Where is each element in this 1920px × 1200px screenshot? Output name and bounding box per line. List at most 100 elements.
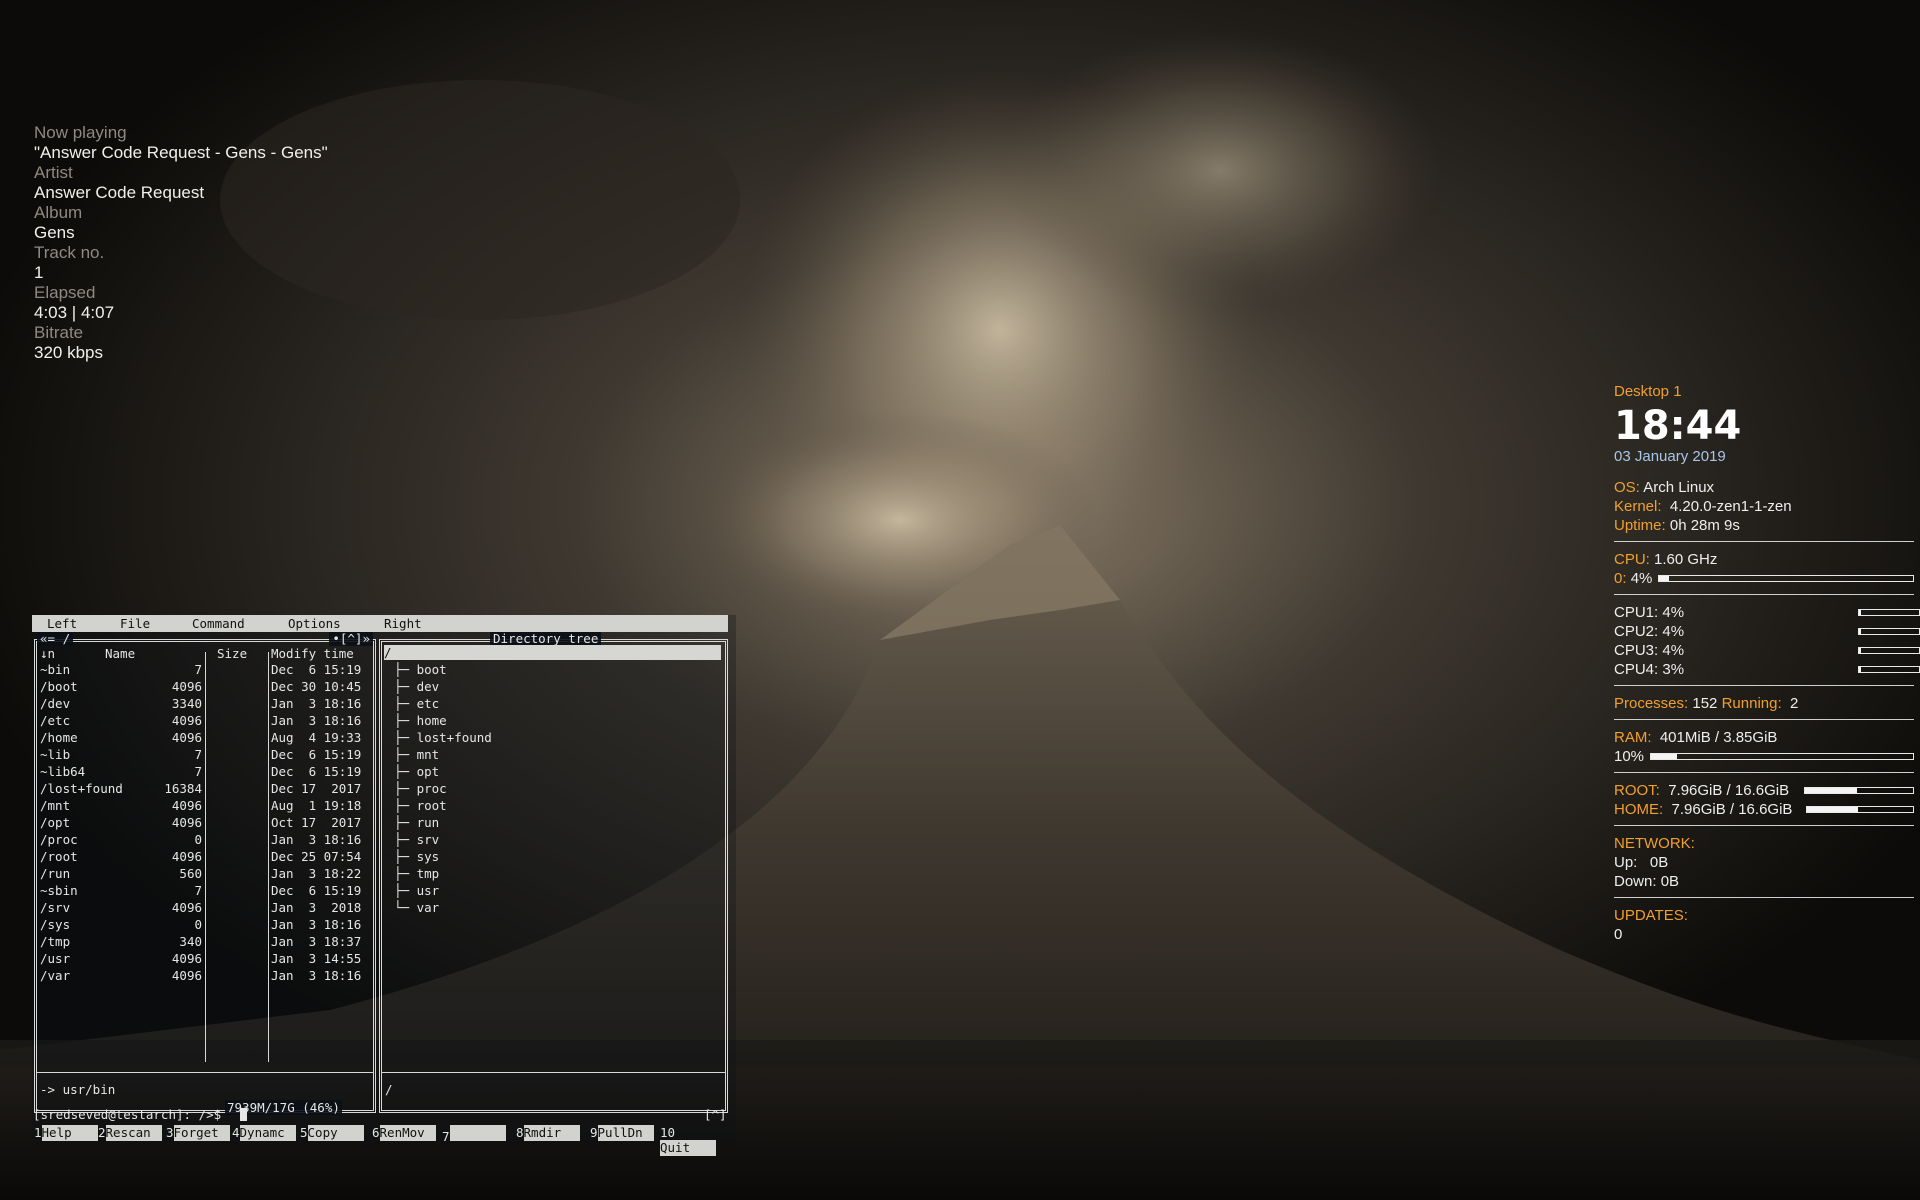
file-size: 7 (194, 747, 202, 762)
tree-node[interactable]: ├─ srv (394, 832, 439, 849)
file-row[interactable]: /run 560 Jan 3 18:22 (37, 866, 373, 883)
column-size-header[interactable]: Size (217, 646, 247, 661)
file-row[interactable]: /usr 4096 Jan 3 14:55 (37, 951, 373, 968)
directory-tree-panel[interactable]: Directory tree / ├─ boot ├─ dev ├─ etc ├─ h… (379, 632, 728, 1113)
kernel-row: Kernel: 4.20.0-zen1-1-zen (1614, 497, 1914, 516)
left-file-panel[interactable]: «= / •[^]» ↓n Name Size Modify time ~bin… (34, 632, 376, 1115)
menu-left[interactable]: Left (47, 616, 77, 631)
fkey-6[interactable]: 6RenMov (372, 1125, 436, 1141)
tree-node[interactable]: ├─ proc (394, 781, 447, 798)
file-name: /srv (40, 900, 71, 915)
tree-node[interactable]: ├─ tmp (394, 866, 439, 883)
fkey-5[interactable]: 5Copy (300, 1125, 364, 1141)
file-mtime: Dec 30 10:45 (271, 679, 362, 694)
fkey-number: 8 (516, 1125, 524, 1140)
conky-system-monitor: Desktop 1 18:44 03 January 2019 OS: Arch… (1614, 382, 1920, 944)
fkey-10[interactable]: 10Quit (660, 1125, 728, 1156)
tree-status: / (385, 1082, 393, 1097)
desktop-name: Desktop 1 (1614, 383, 1682, 400)
tree-branch-glyph: ├─ (394, 849, 417, 864)
tree-node[interactable]: ├─ etc (394, 696, 439, 713)
fkey-4[interactable]: 4Dynamc (232, 1125, 296, 1141)
file-name: /tmp (40, 934, 71, 949)
tree-node[interactable]: ├─ boot (394, 662, 447, 679)
file-row[interactable]: /root 4096 Dec 25 07:54 (37, 849, 373, 866)
file-name: /home (40, 730, 78, 745)
file-row[interactable]: /tmp 340 Jan 3 18:37 (37, 934, 373, 951)
sort-indicator[interactable]: ↓n (40, 646, 55, 661)
fkey-2[interactable]: 2Rescan (98, 1125, 162, 1141)
tree-node-label: lost+found (416, 730, 492, 745)
tree-node[interactable]: ├─ mnt (394, 747, 439, 764)
menu-command[interactable]: Command (192, 616, 245, 631)
divider (1614, 897, 1914, 898)
fkey-7[interactable]: 7 (442, 1125, 506, 1144)
file-row[interactable]: ~lib 7 Dec 6 15:19 (37, 747, 373, 764)
file-row[interactable]: /opt 4096 Oct 17 2017 (37, 815, 373, 832)
np-now-playing-label: Now playing (34, 123, 127, 142)
file-row[interactable]: /dev 3340 Jan 3 18:16 (37, 696, 373, 713)
cpu2-row: CPU2: 4% (1614, 622, 1920, 641)
fkey-8[interactable]: 8Rmdir (516, 1125, 580, 1141)
tree-node[interactable]: ├─ root (394, 798, 447, 815)
file-row[interactable]: /var 4096 Jan 3 18:16 (37, 968, 373, 985)
tree-node[interactable]: ├─ usr (394, 883, 439, 900)
file-row[interactable]: /sys 0 Jan 3 18:16 (37, 917, 373, 934)
file-name: ~bin (40, 662, 71, 677)
tree-node[interactable]: ├─ dev (394, 679, 439, 696)
fkey-9[interactable]: 9PullDn (590, 1125, 654, 1141)
menu-options[interactable]: Options (288, 616, 341, 631)
file-size: 4096 (171, 730, 202, 745)
midnight-commander-window[interactable]: Left File Command Options Right «= / •[^… (32, 615, 736, 1156)
menu-file[interactable]: File (120, 616, 150, 631)
left-panel-controls[interactable]: •[^]» (329, 632, 373, 646)
tree-node[interactable]: ├─ opt (394, 764, 439, 781)
file-row[interactable]: /etc 4096 Jan 3 18:16 (37, 713, 373, 730)
file-mtime: Dec 6 15:19 (271, 883, 362, 898)
file-name: /lost+found (40, 781, 123, 796)
tree-node[interactable]: ├─ run (394, 815, 439, 832)
file-name: /opt (40, 815, 71, 830)
file-row[interactable]: ~sbin 7 Dec 6 15:19 (37, 883, 373, 900)
file-size: 7 (194, 883, 202, 898)
file-mtime: Dec 6 15:19 (271, 747, 362, 762)
tree-node[interactable]: ├─ home (394, 713, 447, 730)
menu-right[interactable]: Right (384, 616, 422, 631)
fkey-label: Rmdir (523, 1125, 580, 1141)
file-row[interactable]: /home 4096 Aug 4 19:33 (37, 730, 373, 747)
column-mtime-header[interactable]: Modify time (271, 646, 354, 661)
tree-node[interactable]: ├─ lost+found (394, 730, 492, 747)
tree-node[interactable]: └─ var (394, 900, 439, 917)
file-row[interactable]: /boot 4096 Dec 30 10:45 (37, 679, 373, 696)
command-history-toggle[interactable]: [^] (704, 1107, 727, 1122)
file-row[interactable]: ~bin 7 Dec 6 15:19 (37, 662, 373, 679)
file-row[interactable]: /mnt 4096 Aug 1 19:18 (37, 798, 373, 815)
file-row[interactable]: ~lib64 7 Dec 6 15:19 (37, 764, 373, 781)
file-size: 4096 (171, 849, 202, 864)
file-row[interactable]: /proc 0 Jan 3 18:16 (37, 832, 373, 849)
cpu1-bar (1858, 609, 1920, 616)
tree-node[interactable]: ├─ sys (394, 849, 439, 866)
file-name: /dev (40, 696, 71, 711)
divider (1614, 772, 1914, 773)
file-row[interactable]: /lost+found 16384 Dec 17 2017 (37, 781, 373, 798)
fkey-1[interactable]: 1Help (34, 1125, 98, 1141)
np-artist-label: Artist (34, 163, 73, 182)
cpu4-bar (1858, 666, 1920, 673)
tree-root-selected[interactable]: / (384, 645, 721, 660)
file-size: 4096 (171, 798, 202, 813)
root-label: ROOT: (1614, 782, 1660, 799)
left-panel-path[interactable]: «= / (37, 632, 74, 646)
divider (1614, 685, 1914, 686)
cursor (240, 1108, 247, 1121)
cpu2-value: CPU2: 4% (1614, 623, 1685, 640)
file-name: /etc (40, 713, 71, 728)
tree-node-label: proc (416, 781, 447, 796)
file-row[interactable]: /srv 4096 Jan 3 2018 (37, 900, 373, 917)
column-name-header[interactable]: Name (105, 646, 135, 661)
fkey-3[interactable]: 3Forget (166, 1125, 230, 1141)
fkey-number: 9 (590, 1125, 598, 1140)
command-line[interactable]: [sredseved@testarch]: />$ [^] (32, 1107, 728, 1123)
tree-branch-glyph: ├─ (394, 662, 417, 677)
file-name: ~lib64 (40, 764, 86, 779)
